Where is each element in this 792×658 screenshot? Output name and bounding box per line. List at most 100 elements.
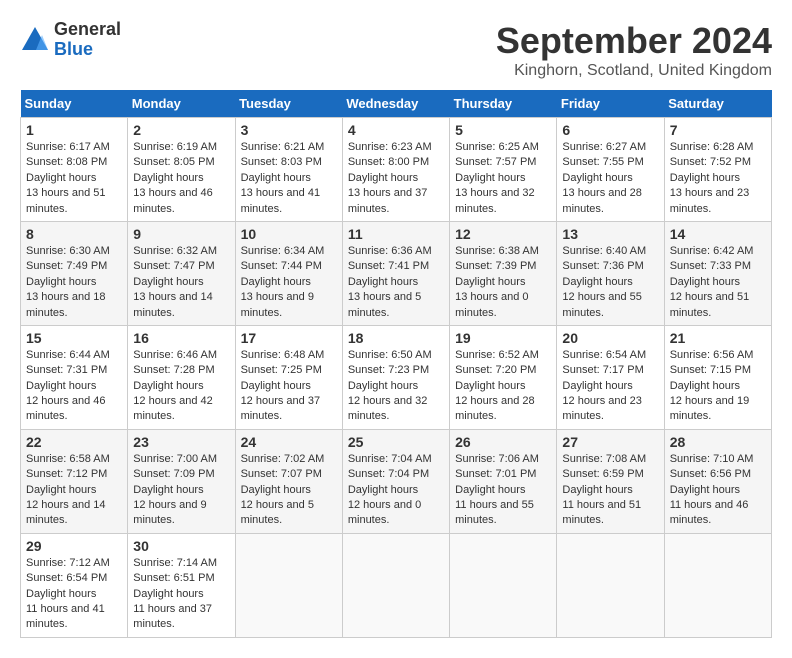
day-number: 15	[26, 330, 122, 346]
day-number: 29	[26, 538, 122, 554]
day-number: 22	[26, 434, 122, 450]
day-info: Sunrise: 7:14 AM Sunset: 6:51 PM Dayligh…	[133, 556, 229, 633]
calendar-cell	[235, 533, 342, 637]
calendar-cell: 7 Sunrise: 6:28 AM Sunset: 7:52 PM Dayli…	[664, 118, 771, 222]
day-info: Sunrise: 7:06 AM Sunset: 7:01 PM Dayligh…	[455, 452, 551, 529]
day-number: 6	[562, 122, 658, 138]
calendar-cell: 26 Sunrise: 7:06 AM Sunset: 7:01 PM Dayl…	[450, 429, 557, 533]
col-thursday: Thursday	[450, 90, 557, 118]
calendar-cell: 9 Sunrise: 6:32 AM Sunset: 7:47 PM Dayli…	[128, 221, 235, 325]
day-number: 5	[455, 122, 551, 138]
col-monday: Monday	[128, 90, 235, 118]
calendar-cell: 29 Sunrise: 7:12 AM Sunset: 6:54 PM Dayl…	[21, 533, 128, 637]
day-info: Sunrise: 6:48 AM Sunset: 7:25 PM Dayligh…	[241, 348, 337, 425]
day-number: 20	[562, 330, 658, 346]
day-info: Sunrise: 6:34 AM Sunset: 7:44 PM Dayligh…	[241, 244, 337, 321]
calendar-cell: 14 Sunrise: 6:42 AM Sunset: 7:33 PM Dayl…	[664, 221, 771, 325]
day-number: 17	[241, 330, 337, 346]
day-info: Sunrise: 6:52 AM Sunset: 7:20 PM Dayligh…	[455, 348, 551, 425]
day-number: 7	[670, 122, 766, 138]
day-number: 18	[348, 330, 444, 346]
day-info: Sunrise: 7:12 AM Sunset: 6:54 PM Dayligh…	[26, 556, 122, 633]
day-info: Sunrise: 6:38 AM Sunset: 7:39 PM Dayligh…	[455, 244, 551, 321]
logo-text: General Blue	[54, 20, 121, 60]
day-info: Sunrise: 6:23 AM Sunset: 8:00 PM Dayligh…	[348, 140, 444, 217]
calendar-cell: 2 Sunrise: 6:19 AM Sunset: 8:05 PM Dayli…	[128, 118, 235, 222]
calendar-cell: 5 Sunrise: 6:25 AM Sunset: 7:57 PM Dayli…	[450, 118, 557, 222]
day-info: Sunrise: 6:58 AM Sunset: 7:12 PM Dayligh…	[26, 452, 122, 529]
day-info: Sunrise: 7:10 AM Sunset: 6:56 PM Dayligh…	[670, 452, 766, 529]
col-sunday: Sunday	[21, 90, 128, 118]
col-saturday: Saturday	[664, 90, 771, 118]
day-info: Sunrise: 6:21 AM Sunset: 8:03 PM Dayligh…	[241, 140, 337, 217]
calendar-cell: 24 Sunrise: 7:02 AM Sunset: 7:07 PM Dayl…	[235, 429, 342, 533]
day-info: Sunrise: 6:17 AM Sunset: 8:08 PM Dayligh…	[26, 140, 122, 217]
day-info: Sunrise: 6:36 AM Sunset: 7:41 PM Dayligh…	[348, 244, 444, 321]
calendar-cell: 8 Sunrise: 6:30 AM Sunset: 7:49 PM Dayli…	[21, 221, 128, 325]
calendar-cell: 22 Sunrise: 6:58 AM Sunset: 7:12 PM Dayl…	[21, 429, 128, 533]
calendar-cell: 21 Sunrise: 6:56 AM Sunset: 7:15 PM Dayl…	[664, 325, 771, 429]
day-number: 12	[455, 226, 551, 242]
calendar-cell: 23 Sunrise: 7:00 AM Sunset: 7:09 PM Dayl…	[128, 429, 235, 533]
calendar-cell: 10 Sunrise: 6:34 AM Sunset: 7:44 PM Dayl…	[235, 221, 342, 325]
day-info: Sunrise: 7:04 AM Sunset: 7:04 PM Dayligh…	[348, 452, 444, 529]
day-number: 30	[133, 538, 229, 554]
day-number: 11	[348, 226, 444, 242]
calendar-cell: 28 Sunrise: 7:10 AM Sunset: 6:56 PM Dayl…	[664, 429, 771, 533]
day-info: Sunrise: 7:02 AM Sunset: 7:07 PM Dayligh…	[241, 452, 337, 529]
calendar-week-row: 22 Sunrise: 6:58 AM Sunset: 7:12 PM Dayl…	[21, 429, 772, 533]
day-number: 8	[26, 226, 122, 242]
day-number: 24	[241, 434, 337, 450]
day-number: 10	[241, 226, 337, 242]
day-info: Sunrise: 6:19 AM Sunset: 8:05 PM Dayligh…	[133, 140, 229, 217]
calendar-cell: 16 Sunrise: 6:46 AM Sunset: 7:28 PM Dayl…	[128, 325, 235, 429]
day-number: 13	[562, 226, 658, 242]
day-info: Sunrise: 6:50 AM Sunset: 7:23 PM Dayligh…	[348, 348, 444, 425]
logo: General Blue	[20, 20, 121, 60]
day-info: Sunrise: 7:00 AM Sunset: 7:09 PM Dayligh…	[133, 452, 229, 529]
title-area: September 2024 Kinghorn, Scotland, Unite…	[496, 20, 772, 80]
calendar-cell: 19 Sunrise: 6:52 AM Sunset: 7:20 PM Dayl…	[450, 325, 557, 429]
day-info: Sunrise: 6:42 AM Sunset: 7:33 PM Dayligh…	[670, 244, 766, 321]
calendar-cell: 4 Sunrise: 6:23 AM Sunset: 8:00 PM Dayli…	[342, 118, 449, 222]
col-friday: Friday	[557, 90, 664, 118]
day-info: Sunrise: 6:32 AM Sunset: 7:47 PM Dayligh…	[133, 244, 229, 321]
calendar-cell	[557, 533, 664, 637]
calendar-week-row: 15 Sunrise: 6:44 AM Sunset: 7:31 PM Dayl…	[21, 325, 772, 429]
day-number: 9	[133, 226, 229, 242]
day-number: 3	[241, 122, 337, 138]
day-number: 21	[670, 330, 766, 346]
calendar-cell: 13 Sunrise: 6:40 AM Sunset: 7:36 PM Dayl…	[557, 221, 664, 325]
day-info: Sunrise: 6:30 AM Sunset: 7:49 PM Dayligh…	[26, 244, 122, 321]
day-number: 4	[348, 122, 444, 138]
day-number: 23	[133, 434, 229, 450]
calendar-cell: 12 Sunrise: 6:38 AM Sunset: 7:39 PM Dayl…	[450, 221, 557, 325]
calendar-cell: 18 Sunrise: 6:50 AM Sunset: 7:23 PM Dayl…	[342, 325, 449, 429]
day-number: 14	[670, 226, 766, 242]
day-info: Sunrise: 6:56 AM Sunset: 7:15 PM Dayligh…	[670, 348, 766, 425]
day-number: 28	[670, 434, 766, 450]
day-info: Sunrise: 6:25 AM Sunset: 7:57 PM Dayligh…	[455, 140, 551, 217]
calendar-cell: 27 Sunrise: 7:08 AM Sunset: 6:59 PM Dayl…	[557, 429, 664, 533]
day-number: 16	[133, 330, 229, 346]
page-header: General Blue September 2024 Kinghorn, Sc…	[20, 20, 772, 80]
day-info: Sunrise: 6:28 AM Sunset: 7:52 PM Dayligh…	[670, 140, 766, 217]
month-title: September 2024	[496, 20, 772, 62]
day-info: Sunrise: 7:08 AM Sunset: 6:59 PM Dayligh…	[562, 452, 658, 529]
calendar-cell: 3 Sunrise: 6:21 AM Sunset: 8:03 PM Dayli…	[235, 118, 342, 222]
day-info: Sunrise: 6:27 AM Sunset: 7:55 PM Dayligh…	[562, 140, 658, 217]
day-number: 27	[562, 434, 658, 450]
calendar-cell	[450, 533, 557, 637]
calendar-week-row: 29 Sunrise: 7:12 AM Sunset: 6:54 PM Dayl…	[21, 533, 772, 637]
calendar-cell: 30 Sunrise: 7:14 AM Sunset: 6:51 PM Dayl…	[128, 533, 235, 637]
col-wednesday: Wednesday	[342, 90, 449, 118]
calendar-table: Sunday Monday Tuesday Wednesday Thursday…	[20, 90, 772, 638]
day-info: Sunrise: 6:44 AM Sunset: 7:31 PM Dayligh…	[26, 348, 122, 425]
calendar-cell	[664, 533, 771, 637]
calendar-cell: 17 Sunrise: 6:48 AM Sunset: 7:25 PM Dayl…	[235, 325, 342, 429]
day-number: 2	[133, 122, 229, 138]
day-number: 25	[348, 434, 444, 450]
calendar-week-row: 8 Sunrise: 6:30 AM Sunset: 7:49 PM Dayli…	[21, 221, 772, 325]
calendar-cell: 20 Sunrise: 6:54 AM Sunset: 7:17 PM Dayl…	[557, 325, 664, 429]
calendar-cell: 25 Sunrise: 7:04 AM Sunset: 7:04 PM Dayl…	[342, 429, 449, 533]
